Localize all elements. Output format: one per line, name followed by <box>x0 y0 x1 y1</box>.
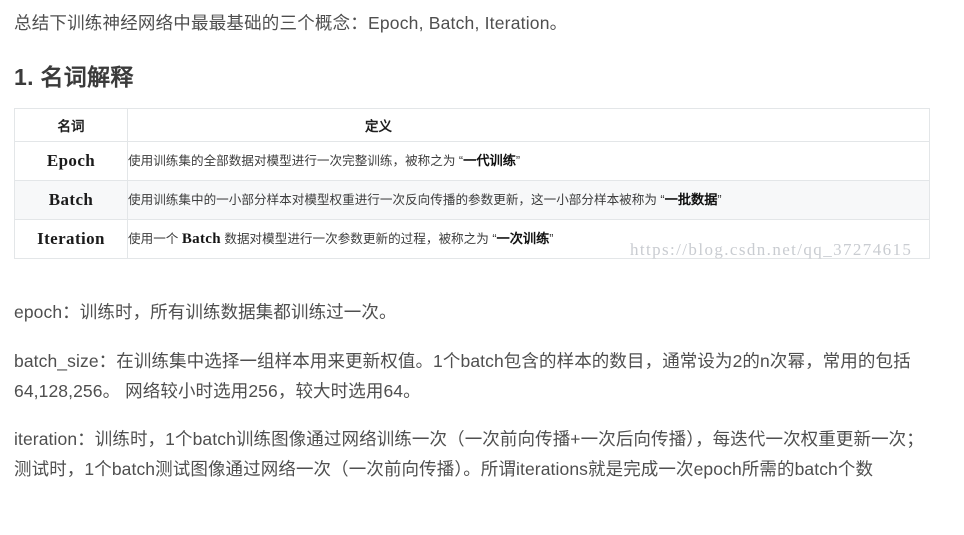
definition-term-batch: Batch <box>181 230 221 247</box>
column-header-definition-label: 定义 <box>365 119 392 135</box>
definition-highlight: 一代训练 <box>463 152 516 168</box>
definition-text-post: ” <box>515 153 521 168</box>
row-definition-iteration: 使用一个 Batch 数据对模型进行一次参数更新的过程，被称之为 “一次训练” <box>127 219 930 260</box>
table-body: Epoch 使用训练集的全部数据对模型进行一次完整训练，被称之为 “一代训练” … <box>14 141 930 260</box>
definition-text-post: ” <box>549 231 554 246</box>
column-header-definition: 定义 <box>127 108 930 143</box>
paragraph-batch-size: batch_size：在训练集中选择一组样本用来更新权值。1个batch包含的样… <box>14 350 911 401</box>
definition-text-pre: 使用一个 <box>128 231 182 246</box>
paragraph-iteration: iteration：训练时，1个batch训练图像通过网络训练一次（一次前向传播… <box>14 429 924 480</box>
column-header-term: 名词 <box>14 108 128 143</box>
table-header-row: 名词 定义 <box>14 108 930 143</box>
definition-highlight: 一批数据 <box>664 191 718 207</box>
definition-text-mid: 数据对模型进行一次参数更新的过程，被称之为 “ <box>220 231 497 246</box>
row-term-epoch: Epoch <box>14 141 128 182</box>
definition-highlight: 一次训练 <box>496 230 550 246</box>
article-page: 总结下训练神经网络中最最基础的三个概念：Epoch, Batch, Iterat… <box>0 0 964 535</box>
row-term-iteration: Iteration <box>14 219 128 260</box>
table-row: Iteration 使用一个 Batch 数据对模型进行一次参数更新的过程，被称… <box>14 219 930 260</box>
table-row: Batch 使用训练集中的一小部分样本对模型权重进行一次反向传播的参数更新，这一… <box>14 180 930 221</box>
body-paragraphs: epoch：训练时，所有训练数据集都训练过一次。 batch_size：在训练集… <box>14 297 950 484</box>
definition-text-pre: 使用训练集的全部数据对模型进行一次完整训练，被称之为 “ <box>128 153 464 168</box>
concepts-table-container: 名词 定义 Epoch 使用训练集的全部数据对模型进行一次完整训练，被称之为 “… <box>14 108 930 260</box>
table-header: 名词 定义 <box>14 108 930 143</box>
paragraph-epoch: epoch：训练时，所有训练数据集都训练过一次。 <box>14 302 397 323</box>
row-term-batch: Batch <box>14 180 128 221</box>
definition-text-post: ” <box>717 192 722 207</box>
row-definition-epoch: 使用训练集的全部数据对模型进行一次完整训练，被称之为 “一代训练” <box>127 141 930 182</box>
row-definition-batch: 使用训练集中的一小部分样本对模型权重进行一次反向传播的参数更新，这一小部分样本被… <box>127 180 930 221</box>
definition-text-pre: 使用训练集中的一小部分样本对模型权重进行一次反向传播的参数更新，这一小部分样本被… <box>128 192 665 207</box>
intro-paragraph: 总结下训练神经网络中最最基础的三个概念：Epoch, Batch, Iterat… <box>14 13 568 33</box>
section-heading: 1. 名词解释 <box>14 64 134 91</box>
concepts-table: 名词 定义 Epoch 使用训练集的全部数据对模型进行一次完整训练，被称之为 “… <box>14 108 930 260</box>
table-row: Epoch 使用训练集的全部数据对模型进行一次完整训练，被称之为 “一代训练” <box>14 141 930 182</box>
